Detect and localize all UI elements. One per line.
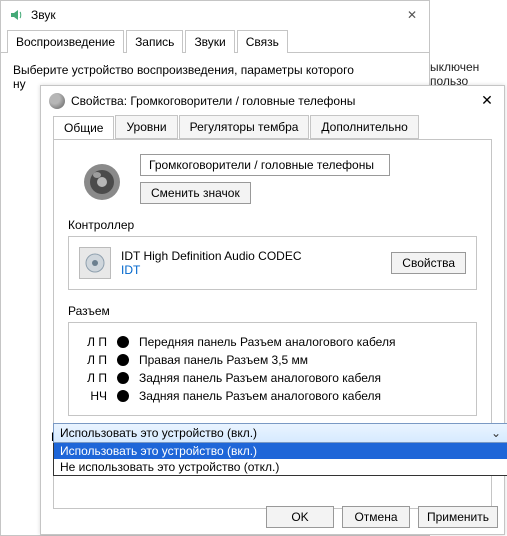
controller-link[interactable]: IDT [121, 263, 381, 277]
jack-dot-icon [117, 372, 129, 384]
volume-icon [9, 7, 25, 23]
properties-titlebar: Свойства: Громкоговорители / головные те… [41, 86, 504, 115]
tab-levels[interactable]: Уровни [115, 115, 177, 139]
tab-playback[interactable]: Воспроизведение [7, 30, 124, 53]
jack-row: Л П Передняя панель Разъем аналогового к… [79, 333, 466, 351]
cancel-button[interactable]: Отмена [342, 506, 410, 528]
usage-selected-text: Использовать это устройство (вкл.) [60, 426, 257, 440]
jack-box: Л П Передняя панель Разъем аналогового к… [68, 322, 477, 416]
chevron-down-icon: ⌄ [491, 426, 501, 440]
controller-name: IDT High Definition Audio CODEC [121, 249, 381, 263]
clipped-text: ыключен пользо [430, 60, 507, 88]
jack-row: НЧ Задняя панель Разъем аналогового кабе… [79, 387, 466, 405]
usage-option[interactable]: Использовать это устройство (вкл.) [54, 443, 507, 459]
jack-desc: Задняя панель Разъем аналогового кабеля [139, 389, 466, 403]
usage-select[interactable]: Использовать это устройство (вкл.) ⌄ Исп… [53, 423, 507, 476]
sound-titlebar: Звук ✕ [1, 1, 429, 29]
apply-button[interactable]: Применить [418, 506, 498, 528]
jack-dot-icon [117, 354, 129, 366]
jack-dot-icon [117, 390, 129, 402]
jack-row: Л П Задняя панель Разъем аналогового каб… [79, 369, 466, 387]
sound-tabs: Воспроизведение Запись Звуки Связь [1, 29, 429, 53]
tab-comm[interactable]: Связь [237, 30, 288, 53]
jack-desc: Правая панель Разъем 3,5 мм [139, 353, 466, 367]
jack-desc: Передняя панель Разъем аналогового кабел… [139, 335, 466, 349]
ok-button[interactable]: OK [266, 506, 334, 528]
jack-channel: Л П [79, 371, 107, 385]
tab-extra[interactable]: Дополнительно [310, 115, 418, 139]
controller-properties-button[interactable]: Свойства [391, 252, 466, 274]
tab-enhance[interactable]: Регуляторы тембра [179, 115, 310, 139]
properties-tabs: Общие Уровни Регуляторы тембра Дополните… [41, 115, 504, 139]
properties-window: Свойства: Громкоговорители / головные те… [40, 85, 505, 535]
usage-dropdown: Использовать это устройство (вкл.) Не ис… [53, 443, 507, 476]
sound-title: Звук [31, 8, 403, 22]
tab-general[interactable]: Общие [53, 116, 114, 140]
speaker-large-icon [80, 160, 124, 204]
close-icon[interactable]: ✕ [403, 8, 421, 22]
jack-dot-icon [117, 336, 129, 348]
device-name-field[interactable]: Громкоговорители / головные телефоны [140, 154, 390, 176]
jack-label: Разъем [68, 304, 477, 318]
speaker-icon [49, 93, 65, 109]
tab-sounds[interactable]: Звуки [185, 30, 234, 53]
change-icon-button[interactable]: Сменить значок [140, 182, 251, 204]
jack-channel: НЧ [79, 389, 107, 403]
jack-row: Л П Правая панель Разъем 3,5 мм [79, 351, 466, 369]
jack-channel: Л П [79, 353, 107, 367]
controller-box: IDT High Definition Audio CODEC IDT Свой… [68, 236, 477, 290]
close-icon[interactable]: ✕ [478, 92, 496, 109]
dialog-buttons: OK Отмена Применить [266, 506, 498, 528]
chip-icon [79, 247, 111, 279]
controller-label: Контроллер [68, 218, 477, 232]
device-header: Громкоговорители / головные телефоны Сме… [68, 154, 477, 204]
tab-recording[interactable]: Запись [126, 30, 183, 53]
jack-channel: Л П [79, 335, 107, 349]
usage-option[interactable]: Не использовать это устройство (откл.) [54, 459, 507, 475]
jack-desc: Задняя панель Разъем аналогового кабеля [139, 371, 466, 385]
usage-select-input[interactable]: Использовать это устройство (вкл.) ⌄ [53, 423, 507, 443]
properties-title: Свойства: Громкоговорители / головные те… [71, 94, 478, 108]
